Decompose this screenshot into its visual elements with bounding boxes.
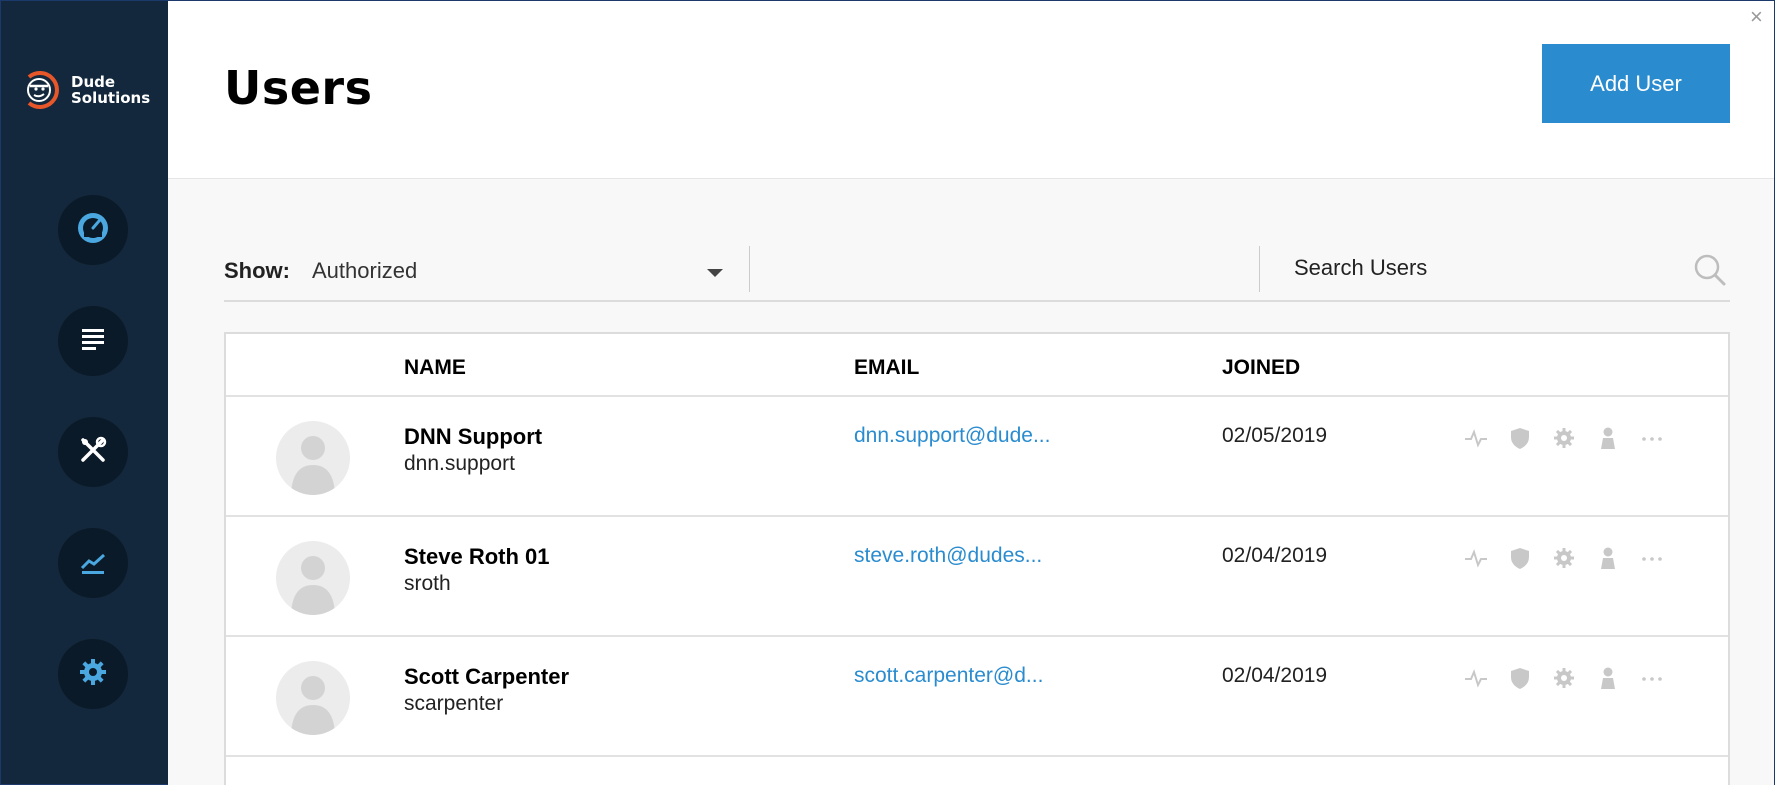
- search-icon[interactable]: [1692, 252, 1728, 288]
- settings-gear-icon: [75, 654, 111, 695]
- user-username: scarpenter: [404, 692, 504, 715]
- user-profile-icon[interactable]: [1595, 665, 1621, 691]
- more-options-icon[interactable]: [1639, 545, 1665, 571]
- search-input[interactable]: [1294, 248, 1674, 288]
- sidebar-item-analytics[interactable]: [58, 528, 128, 598]
- table-row[interactable]: DNN Support dnn.support dnn.support@dude..…: [226, 397, 1728, 517]
- settings-gear-icon[interactable]: [1551, 665, 1577, 691]
- chevron-down-icon[interactable]: [707, 269, 723, 277]
- divider: [749, 246, 750, 292]
- user-display-name[interactable]: DNN Support: [404, 424, 542, 450]
- analytics-chart-icon: [75, 543, 111, 584]
- user-email-link[interactable]: steve.roth@dudes...: [854, 544, 1042, 568]
- more-options-icon[interactable]: [1639, 425, 1665, 451]
- close-icon[interactable]: ×: [1750, 6, 1763, 28]
- filter-bar: Show: Authorized: [224, 234, 1730, 302]
- avatar: [276, 421, 350, 495]
- table-header: NAME EMAIL JOINED: [226, 334, 1728, 397]
- content-list-icon: [75, 321, 111, 362]
- user-display-name[interactable]: Scott Carpenter: [404, 664, 569, 690]
- avatar: [276, 541, 350, 615]
- security-shield-icon[interactable]: [1507, 665, 1533, 691]
- user-profile-icon[interactable]: [1595, 545, 1621, 571]
- user-joined-date: 02/04/2019: [1222, 544, 1328, 567]
- settings-gear-icon[interactable]: [1551, 425, 1577, 451]
- security-shield-icon[interactable]: [1507, 425, 1533, 451]
- user-joined-date: 02/04/2019: [1222, 664, 1328, 687]
- user-username: dnn.support: [404, 452, 515, 475]
- sidebar: Dude Solutions: [1, 1, 168, 784]
- column-header-joined[interactable]: JOINED: [1222, 356, 1300, 380]
- users-table: NAME EMAIL JOINED DNN Support dnn.support…: [224, 332, 1730, 785]
- page-title: Users: [224, 61, 373, 115]
- more-options-icon[interactable]: [1639, 665, 1665, 691]
- table-row[interactable]: Scott Carpenter scarpenter scott.carpenter…: [226, 637, 1728, 757]
- sidebar-item-tools[interactable]: [58, 417, 128, 487]
- user-joined-date: 02/05/2019: [1222, 424, 1328, 447]
- brand-line2: Solutions: [71, 89, 151, 107]
- sidebar-item-settings[interactable]: [58, 639, 128, 709]
- main-content: Show: Authorized NAME EMAIL JOINED DNN S…: [168, 179, 1774, 785]
- row-actions: [1463, 665, 1665, 691]
- row-actions: [1463, 425, 1665, 451]
- avatar: [276, 661, 350, 735]
- activity-icon[interactable]: [1463, 425, 1489, 451]
- activity-icon[interactable]: [1463, 545, 1489, 571]
- table-row[interactable]: Steve Roth 01 sroth steve.roth@dudes... 02/…: [226, 517, 1728, 637]
- row-actions: [1463, 545, 1665, 571]
- user-email-link[interactable]: dnn.support@dude...: [854, 424, 1050, 448]
- brand-line1: Dude: [71, 73, 116, 91]
- column-header-email[interactable]: EMAIL: [854, 356, 919, 380]
- user-profile-icon[interactable]: [1595, 425, 1621, 451]
- dude-logo-icon: [21, 69, 63, 111]
- divider: [1259, 246, 1260, 292]
- user-username: sroth: [404, 572, 451, 595]
- tools-icon: [75, 432, 111, 473]
- brand-logo[interactable]: Dude Solutions: [1, 1, 168, 179]
- column-header-name[interactable]: NAME: [404, 356, 466, 380]
- user-email-link[interactable]: scott.carpenter@d...: [854, 664, 1043, 688]
- user-display-name[interactable]: Steve Roth 01: [404, 544, 550, 570]
- show-filter-label: Show:: [224, 258, 290, 283]
- add-user-button[interactable]: Add User: [1542, 44, 1730, 123]
- page-header: Users Add User: [168, 1, 1774, 179]
- sidebar-item-dashboard[interactable]: [58, 195, 128, 265]
- security-shield-icon[interactable]: [1507, 545, 1533, 571]
- settings-gear-icon[interactable]: [1551, 545, 1577, 571]
- dashboard-gauge-icon: [75, 210, 111, 251]
- activity-icon[interactable]: [1463, 665, 1489, 691]
- sidebar-item-content[interactable]: [58, 306, 128, 376]
- show-filter-select[interactable]: Authorized: [312, 258, 417, 284]
